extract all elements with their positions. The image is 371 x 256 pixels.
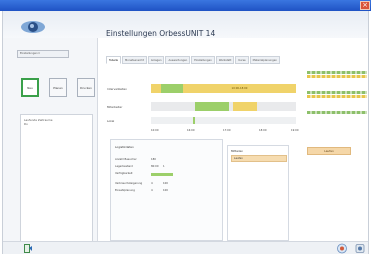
details-value[interactable]: 180 <box>151 158 156 161</box>
details-label: Verbrauchsteigerung <box>115 182 143 185</box>
overview-strip <box>307 71 369 131</box>
details-value[interactable]: 80:00 <box>151 165 158 168</box>
tab-reports[interactable]: Auswertungen <box>165 56 191 64</box>
help-icon[interactable] <box>337 243 347 254</box>
timeline-track[interactable] <box>151 102 296 111</box>
timeline-bar[interactable] <box>151 84 161 93</box>
details-value[interactable]: 1 <box>163 165 165 168</box>
print-button[interactable]: Drucken <box>77 78 95 97</box>
tab-assets[interactable]: Anlagen <box>147 56 165 64</box>
status-bar <box>3 241 368 254</box>
details-row: Verbrauchsteigerung 4 100 <box>115 182 215 187</box>
bar-label: 10:00-18:00 <box>231 87 248 90</box>
overview-row <box>307 111 367 117</box>
period-list[interactable]: Laufende Zeitraume Do <box>20 114 93 250</box>
tick-label: 17:00 <box>223 129 231 132</box>
overview-row <box>307 91 367 98</box>
timeline-bar[interactable] <box>233 102 257 111</box>
timeline-bar[interactable] <box>195 102 229 111</box>
details-heading: Logistikdaten <box>115 145 134 149</box>
details-value[interactable]: 4 <box>151 189 153 192</box>
row-label: Intervallzeiten <box>107 87 128 91</box>
details-label: Lagerbestand <box>115 165 133 168</box>
tick-label: 18:00 <box>259 129 267 132</box>
close-icon[interactable]: × <box>360 1 370 10</box>
row-label: Lokal <box>107 119 115 123</box>
details-label: Einsatzplanung <box>115 189 135 192</box>
details-label: Verfügbarkeit <box>115 172 133 175</box>
notes-value-field[interactable]: Laufen <box>231 155 287 162</box>
tick-label: 16:00 <box>187 129 195 132</box>
new-button-label: Neu <box>27 85 33 90</box>
tick-label: 19:00 <box>291 129 299 132</box>
plan-button-label: Planen <box>53 85 63 90</box>
exit-icon[interactable] <box>23 243 33 254</box>
view-dropdown[interactable]: Einstellungen ▾ <box>17 50 69 58</box>
tab-table[interactable]: Tabelle <box>106 56 122 64</box>
overview-bar <box>307 75 367 78</box>
plan-button[interactable]: Planen <box>49 78 67 97</box>
details-row: Einsatzplanung 4 100 <box>115 189 215 194</box>
app-window: Einstellungen OrbessUNIT 14 Einstellunge… <box>2 11 369 254</box>
tab-workshop[interactable]: Werkstatt <box>215 56 235 64</box>
details-row: Lagerbestand 80:00 1 <box>115 165 215 170</box>
row-label: Mitarbeiter <box>107 105 123 109</box>
app-title: Einstellungen OrbessUNIT 14 <box>106 29 216 38</box>
details-value[interactable]: 100 <box>163 189 168 192</box>
timeline-bar[interactable]: 10:00-18:00 <box>183 84 296 93</box>
app-header: Einstellungen OrbessUNIT 14 <box>3 11 368 38</box>
details-label: Anzahl Besucher <box>115 158 137 161</box>
schedule-timeline: Intervallzeiten 10:00-18:00 Mitarbeiter … <box>107 67 299 139</box>
tab-materials[interactable]: Materialplanungen <box>249 56 280 64</box>
overview-bar <box>307 111 367 114</box>
timeline-track[interactable]: 10:00-18:00 <box>151 84 296 93</box>
print-button-label: Drucken <box>80 85 92 90</box>
new-button[interactable]: Neu <box>21 78 39 97</box>
notes-heading: Mitteilen <box>231 149 244 153</box>
overview-row <box>307 71 367 78</box>
availability-bar <box>151 173 173 176</box>
run-button[interactable]: Laufen <box>307 147 351 155</box>
notes-panel: Mitteilen Laufen <box>227 145 289 241</box>
tab-month[interactable]: Monatsansicht <box>122 56 147 64</box>
sidebar: Einstellungen ▾ Neu Planen Drucken Laufe… <box>3 38 98 250</box>
timeline-track[interactable] <box>151 117 296 124</box>
overview-bar <box>307 71 367 74</box>
app-logo-icon <box>21 21 45 33</box>
list-item[interactable]: Do <box>21 122 92 126</box>
details-value[interactable]: 4 <box>151 182 153 185</box>
timeline-bar[interactable] <box>161 84 183 93</box>
details-row: Verfügbarkeit <box>115 172 215 177</box>
tab-bar: Tabelle Monatsansicht Anlagen Auswertung… <box>106 56 281 64</box>
time-axis: 10:00 16:00 17:00 18:00 19:00 <box>151 129 301 135</box>
title-bar: × <box>0 0 371 11</box>
overview-bar <box>307 95 367 98</box>
tab-settings[interactable]: Einstellungen <box>191 56 215 64</box>
tick-label: 10:00 <box>151 129 159 132</box>
details-value[interactable]: 100 <box>163 182 168 185</box>
list-item[interactable]: Laufende Zeitraume <box>21 115 92 122</box>
tab-courses[interactable]: Kurse <box>235 56 249 64</box>
settings-icon[interactable] <box>355 243 365 254</box>
details-row: Anzahl Besucher 180 <box>115 158 215 163</box>
timeline-bar[interactable] <box>193 117 195 124</box>
details-panel: Logistikdaten Anzahl Besucher 180 Lagerb… <box>110 139 223 241</box>
overview-bar <box>307 91 367 94</box>
